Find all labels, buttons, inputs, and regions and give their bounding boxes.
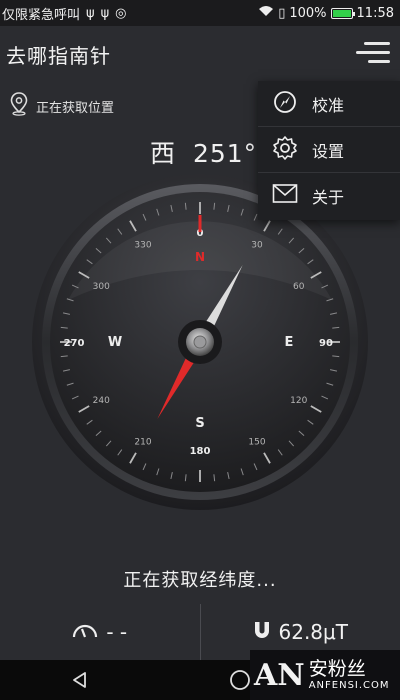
compass-tick-label: 270	[64, 338, 85, 349]
watermark-en: ANFENSI.COM	[308, 679, 390, 691]
cardinal-north: N	[195, 250, 205, 264]
battery-percent: 100%	[289, 5, 327, 21]
menu-item-label: 校准	[312, 95, 345, 115]
carrier-text: 仅限紧急呼叫	[2, 7, 81, 23]
location-status: 正在获取位置	[10, 92, 114, 120]
wifi-icon	[258, 5, 274, 21]
compass: 0 30 60 90 120 150 180 210 240 270 300 330 N E S W	[0, 170, 400, 530]
magnet-icon	[253, 620, 271, 645]
sim-icon: ▯	[278, 5, 286, 21]
menu-icon	[356, 51, 390, 54]
heading-readout: 西 251°	[150, 134, 257, 170]
cardinal-west: W	[108, 335, 122, 350]
compass-tick-label: 180	[190, 446, 211, 457]
heading-direction: 西	[150, 139, 177, 168]
compass-tick-label: 90	[319, 338, 333, 349]
heading-degrees: 251°	[192, 139, 258, 168]
app-bar: 去哪指南针	[0, 26, 400, 82]
compass-tick-label: 120	[290, 396, 307, 406]
menu-button[interactable]	[356, 40, 390, 68]
cardinal-south: S	[195, 416, 204, 431]
compass-dial: 0306090120150180210240270300330 N E S W	[32, 174, 368, 510]
menu-item-about[interactable]: 关于	[258, 173, 400, 219]
home-icon	[230, 670, 250, 690]
gear-icon	[272, 135, 298, 165]
menu-item-label: 关于	[312, 188, 345, 207]
notification-icon: ◎	[115, 5, 127, 21]
compass-tick-label: 60	[293, 282, 305, 292]
magnetic-value: 62.8μT	[278, 620, 348, 644]
usb-icon: ψ	[86, 5, 95, 21]
envelope-icon	[272, 183, 298, 209]
home-button[interactable]	[228, 668, 252, 692]
compass-tick-label: 300	[93, 282, 110, 292]
back-button[interactable]	[68, 668, 92, 692]
battery-icon	[330, 7, 355, 19]
compass-tick-label: 330	[134, 240, 151, 250]
menu-item-label: 设置	[312, 141, 345, 161]
menu-icon	[368, 60, 390, 63]
lat-long-status: 正在获取经纬度...	[123, 570, 277, 591]
watermark-cn: 安粉丝	[308, 658, 366, 681]
overflow-menu: 校准 设置 关于	[258, 81, 400, 220]
compass-tick-label: 210	[134, 438, 151, 448]
clock: 11:58	[356, 5, 394, 21]
compass-tick-label: 240	[93, 396, 110, 406]
location-pin-icon	[10, 92, 28, 120]
menu-item-calibrate[interactable]: 校准	[258, 81, 400, 127]
speedometer-icon	[72, 620, 98, 644]
compass-calibrate-icon	[272, 89, 298, 119]
menu-icon	[364, 42, 390, 45]
watermark-mark: AN	[254, 657, 305, 693]
altitude-readout: - -	[0, 604, 200, 660]
compass-tick-label: 150	[248, 438, 265, 448]
cardinal-east: E	[285, 335, 294, 350]
location-text: 正在获取位置	[36, 100, 115, 116]
menu-item-settings[interactable]: 设置	[258, 127, 400, 173]
usb-icon: ψ	[100, 5, 110, 21]
watermark-logo: AN 安粉丝 ANFENSI.COM	[250, 650, 400, 700]
status-bar: 仅限紧急呼叫 ψ ψ ◎ ▯ 100% 11:58	[0, 0, 400, 26]
altitude-value: - -	[106, 620, 128, 644]
back-icon	[73, 672, 86, 688]
compass-tick-label: 30	[251, 240, 263, 250]
app-title: 去哪指南针	[6, 43, 111, 68]
